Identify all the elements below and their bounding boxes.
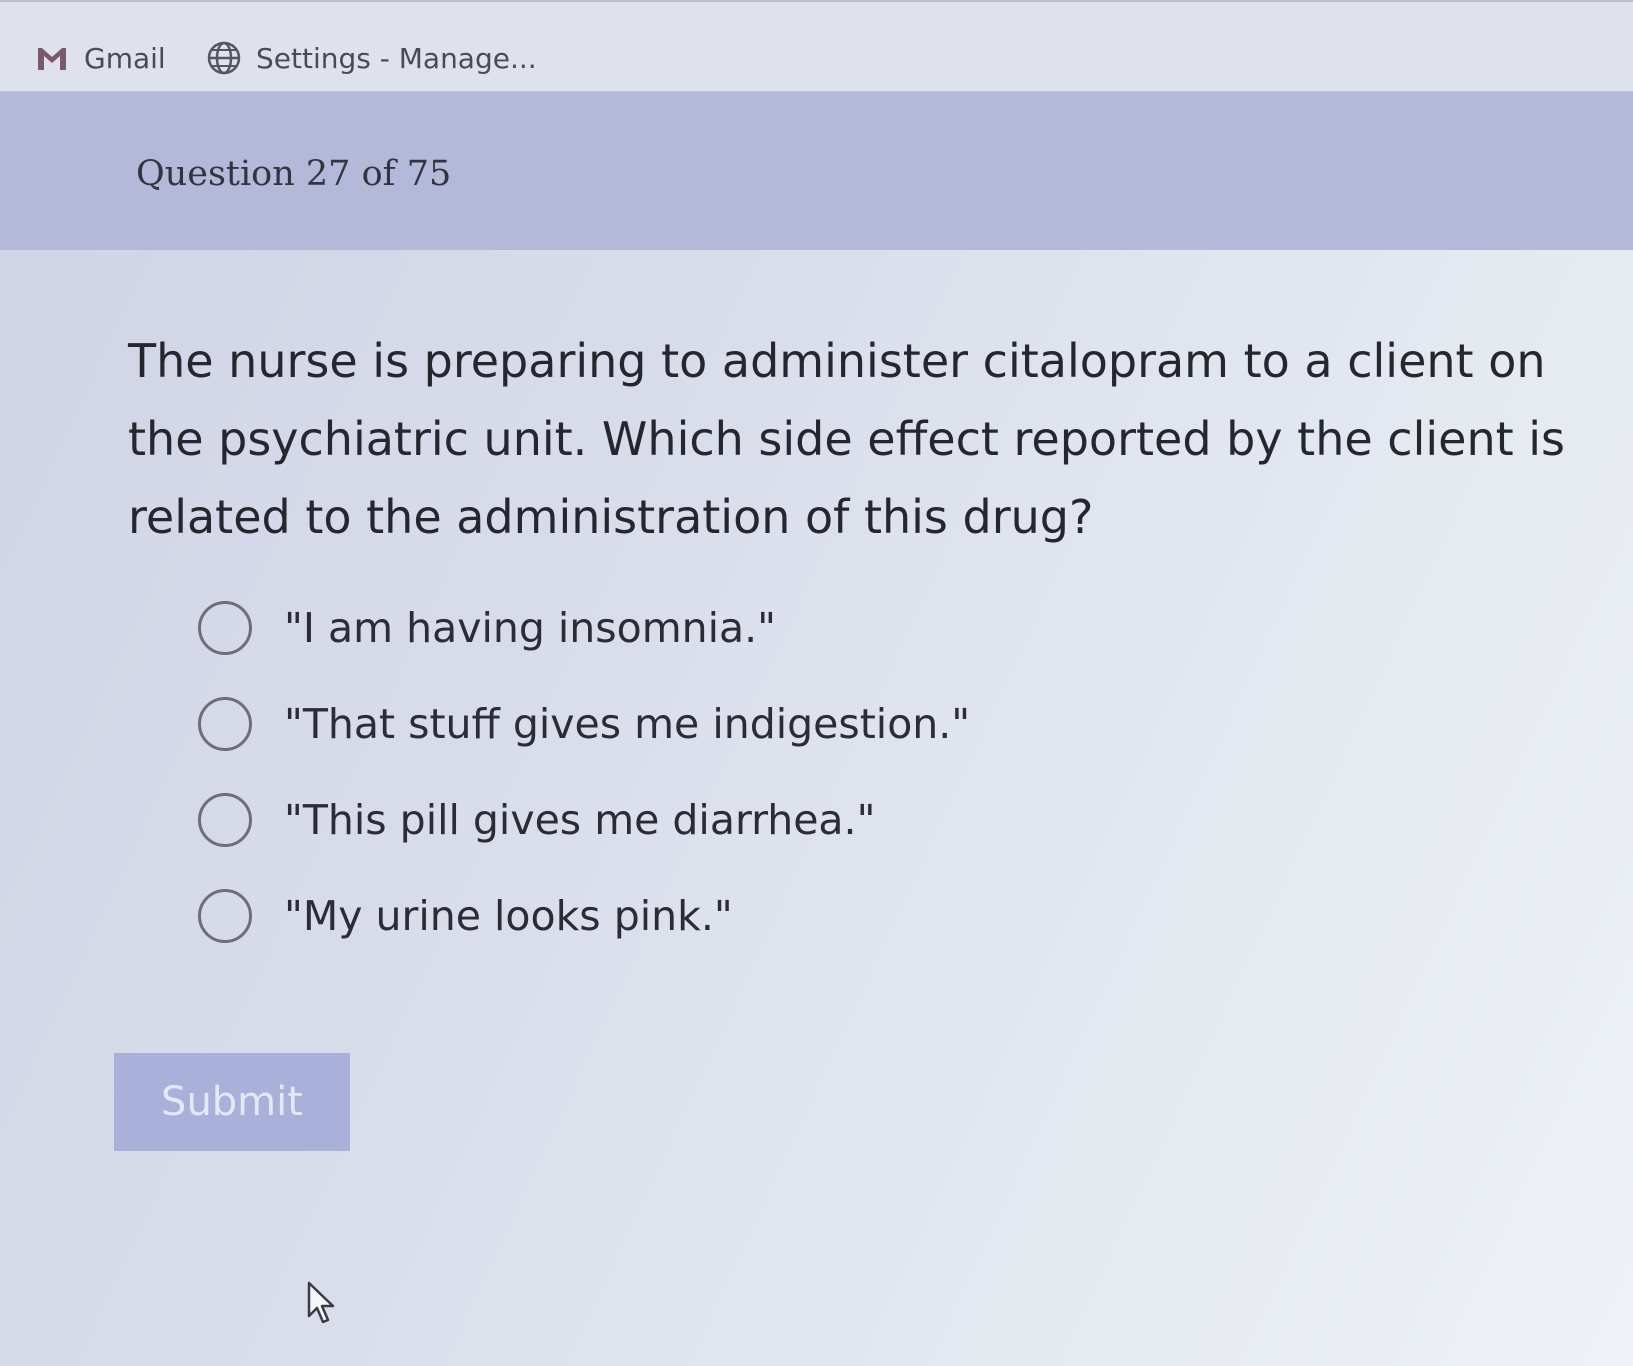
bookmark-settings[interactable]: Settings - Manage... (206, 36, 537, 80)
submit-button[interactable]: Submit (114, 1053, 350, 1151)
radio-button[interactable] (198, 601, 252, 655)
answer-option[interactable]: "That stuff gives me indigestion." (198, 676, 970, 772)
answer-option-label: "This pill gives me diarrhea." (284, 796, 876, 844)
bookmarks-bar: Gmail Settings - Manage... (0, 0, 1633, 92)
answer-option[interactable]: "My urine looks pink." (198, 868, 970, 964)
question-header: Question 27 of 75 (0, 92, 1633, 250)
gmail-icon (38, 48, 66, 70)
bookmark-gmail[interactable]: Gmail (34, 36, 166, 80)
globe-icon (207, 41, 241, 75)
radio-button[interactable] (198, 793, 252, 847)
answer-option[interactable]: "This pill gives me diarrhea." (198, 772, 970, 868)
bookmark-settings-label: Settings - Manage... (256, 41, 537, 75)
question-text: The nurse is preparing to administer cit… (128, 334, 1566, 544)
radio-button[interactable] (198, 889, 252, 943)
radio-button[interactable] (198, 697, 252, 751)
bookmark-gmail-label: Gmail (84, 41, 166, 75)
question-counter: Question 27 of 75 (136, 154, 452, 194)
mouse-pointer-icon (307, 1281, 335, 1324)
answer-option[interactable]: "I am having insomnia." (198, 580, 970, 676)
answer-option-label: "My urine looks pink." (284, 892, 733, 940)
answer-options: "I am having insomnia." "That stuff give… (198, 580, 970, 964)
answer-option-label: "I am having insomnia." (284, 604, 777, 652)
answer-option-label: "That stuff gives me indigestion." (284, 700, 971, 748)
